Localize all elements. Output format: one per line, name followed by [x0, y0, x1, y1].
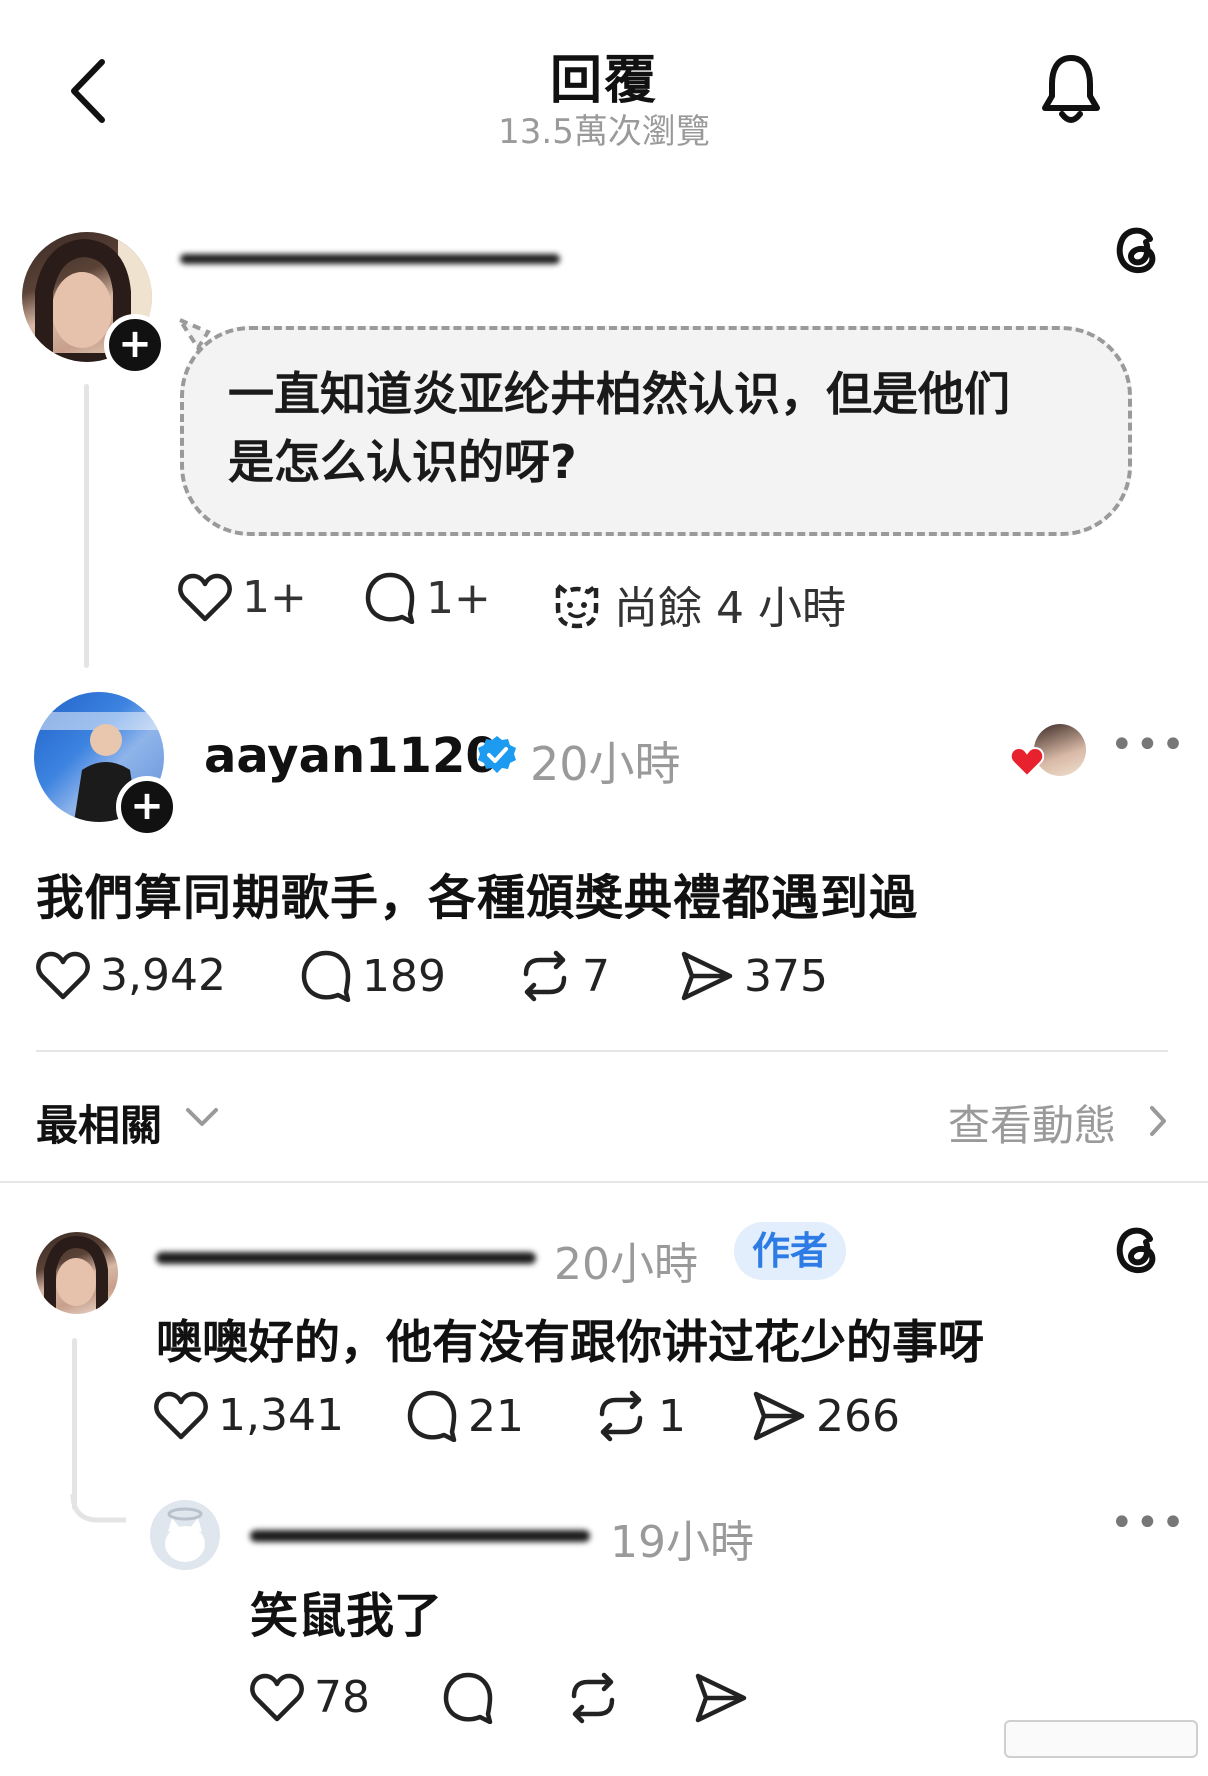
liked-by-avatars[interactable] [1010, 724, 1086, 780]
repost-count: 7 [582, 950, 610, 1002]
share-icon [753, 1391, 805, 1441]
author-badge: 作者 [734, 1222, 847, 1280]
prompt-face-icon [555, 583, 599, 629]
share-button[interactable]: 375 [680, 950, 828, 1002]
question-line-1: 一直知道炎亚纶井柏然认识，但是他们 [228, 367, 1010, 421]
view-count: 13.5萬次瀏覽 [498, 112, 710, 152]
follow-plus-button[interactable]: + [104, 314, 166, 376]
redacted-username [156, 1252, 536, 1264]
reply-count: 1+ [426, 572, 491, 624]
reply-text: 噢噢好的，他有没有跟你讲过花少的事呀 [156, 1315, 984, 1369]
reply-text: 笑鼠我了 [250, 1588, 443, 1644]
like-count: 1+ [242, 572, 307, 623]
comment-button[interactable]: 189 [300, 950, 446, 1002]
scroll-indicator[interactable] [1004, 1720, 1198, 1758]
view-activity-link[interactable]: 查看動態 [948, 1092, 1116, 1153]
comment-icon [365, 572, 415, 624]
repost-button[interactable]: 1 [594, 1390, 686, 1442]
repost-icon [571, 1672, 615, 1724]
more-icon[interactable]: ••• [1110, 722, 1187, 768]
reply-count: 21 [468, 1390, 524, 1442]
reply-count: 189 [362, 950, 446, 1002]
threads-logo-icon[interactable] [1112, 222, 1162, 276]
verified-icon [478, 736, 516, 773]
heart-icon [36, 951, 90, 999]
chevron-down-icon[interactable] [184, 1104, 220, 1130]
like-button[interactable]: 1+ [178, 572, 307, 623]
share-icon [695, 1673, 747, 1723]
post-timestamp: 20小時 [530, 737, 681, 791]
comment-icon [301, 950, 351, 1002]
bell-icon[interactable] [1040, 52, 1102, 126]
divider [0, 1181, 1208, 1183]
like-button[interactable]: 3,942 [36, 950, 226, 1001]
reply-timestamp: 19小時 [610, 1517, 754, 1568]
question-line-2: 是怎么认识的呀? [228, 435, 577, 489]
more-icon[interactable]: ••• [1110, 1500, 1187, 1546]
redacted-username [250, 1530, 590, 1542]
threads-logo-icon[interactable] [1112, 1222, 1162, 1276]
comment-icon [407, 1390, 457, 1442]
repost-icon [523, 950, 567, 1002]
share-icon [681, 951, 733, 1001]
prompt-timer: 尚餘 4 小時 [550, 572, 846, 636]
like-count: 1,341 [218, 1390, 344, 1441]
comment-button[interactable] [442, 1672, 494, 1724]
like-button[interactable]: 78 [250, 1672, 370, 1723]
share-button[interactable] [694, 1672, 748, 1724]
post-username[interactable]: aayan1120 [204, 728, 499, 784]
avatar[interactable] [36, 1232, 118, 1314]
heart-icon [154, 1391, 208, 1439]
repost-button[interactable] [566, 1672, 620, 1724]
share-count: 266 [816, 1390, 900, 1442]
reply-timestamp: 20小時 [554, 1239, 698, 1290]
like-button[interactable]: 1,341 [154, 1390, 344, 1441]
like-count: 78 [314, 1672, 370, 1723]
comment-button[interactable]: 1+ [364, 572, 491, 624]
heart-icon [250, 1673, 304, 1721]
time-remaining: 尚餘 4 小時 [614, 583, 846, 634]
like-count: 3,942 [100, 950, 226, 1001]
page-title: 回覆 [549, 51, 658, 111]
repost-icon [599, 1390, 643, 1442]
follow-plus-button[interactable]: + [116, 776, 178, 838]
thread-connector [70, 1494, 126, 1523]
thread-line [84, 384, 89, 668]
avatar-cat-icon [165, 1507, 205, 1562]
thread-line [72, 1338, 77, 1510]
heart-filled-icon [1010, 746, 1044, 778]
chevron-right-icon[interactable] [1148, 1104, 1168, 1138]
share-count: 375 [744, 950, 828, 1002]
share-button[interactable]: 266 [752, 1390, 900, 1442]
heart-icon [178, 573, 232, 621]
avatar[interactable] [150, 1500, 220, 1570]
sort-dropdown-label[interactable]: 最相關 [36, 1092, 162, 1153]
repost-count: 1 [658, 1390, 686, 1442]
redacted-username [180, 254, 560, 264]
question-text: 一直知道炎亚纶井柏然认识，但是他们 是怎么认识的呀? [228, 360, 1108, 496]
comment-button[interactable]: 21 [406, 1390, 524, 1442]
post-text: 我們算同期歌手，各種頒獎典禮都遇到過 [36, 870, 919, 926]
divider [36, 1050, 1168, 1052]
repost-button[interactable]: 7 [518, 950, 610, 1002]
comment-icon [443, 1672, 493, 1724]
avatar-face-icon [44, 1235, 108, 1314]
